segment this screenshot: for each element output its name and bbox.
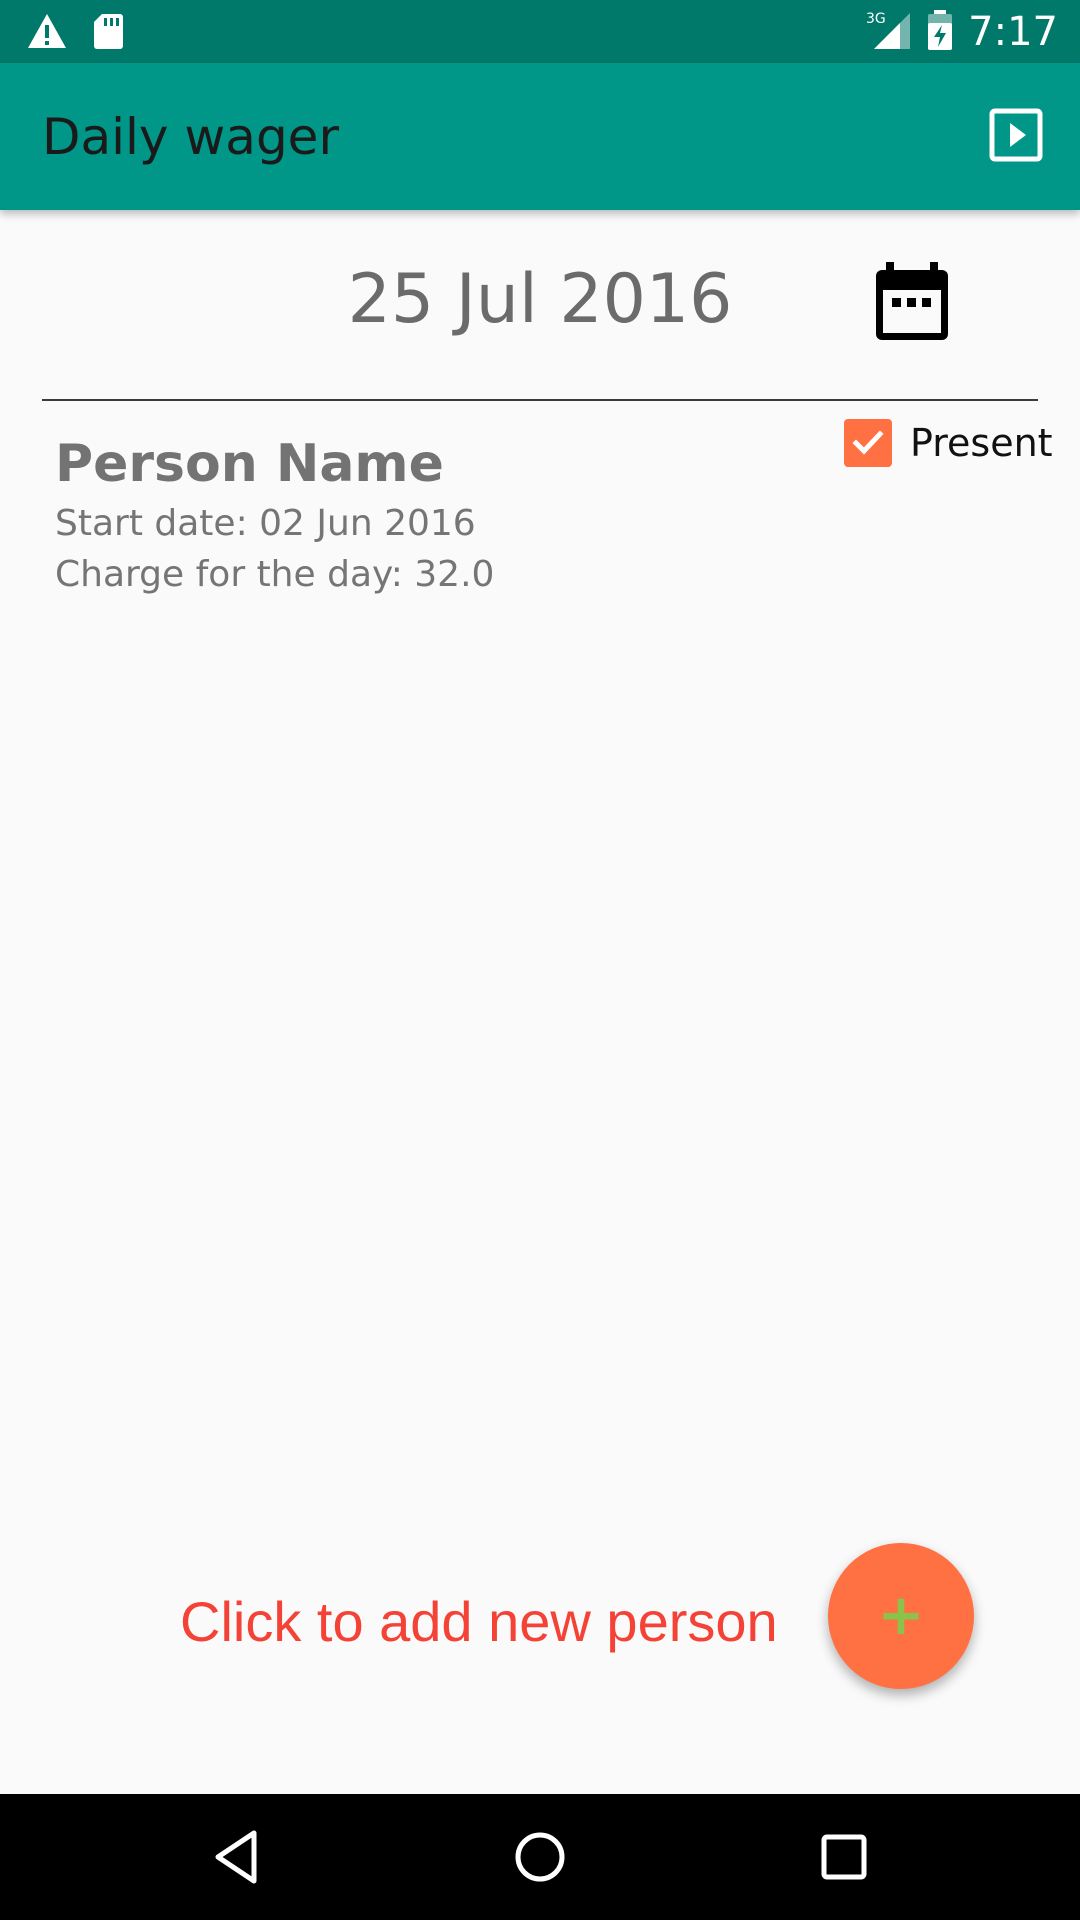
warning-icon [26, 12, 68, 54]
slideshow-button[interactable] [988, 107, 1044, 163]
navigation-bar [0, 1794, 1080, 1920]
add-icon: + [877, 1583, 925, 1648]
network-type: 3G [866, 11, 886, 27]
calendar-icon [876, 262, 948, 340]
person-charge: Charge for the day: 32.0 [55, 554, 495, 595]
person-name: Person Name [55, 434, 444, 494]
date-row: 25 Jul 2016 [0, 210, 1080, 400]
back-button[interactable] [208, 1827, 268, 1887]
home-button[interactable] [510, 1827, 570, 1887]
person-start-date: Start date: 02 Jun 2016 [55, 503, 476, 544]
signal-icon: 3G [866, 9, 912, 55]
add-person-hint: Click to add new person [180, 1590, 778, 1653]
app-title: Daily wager [42, 108, 339, 166]
add-person-button[interactable]: + [828, 1543, 974, 1689]
calendar-button[interactable] [872, 260, 952, 344]
recents-icon [821, 1834, 867, 1880]
status-bar: 3G 7:17 [0, 0, 1080, 63]
person-list-item[interactable]: Person Name Start date: 02 Jun 2016 Char… [0, 402, 1080, 612]
slideshow-icon [989, 108, 1043, 162]
home-icon [515, 1832, 565, 1882]
status-left-icons [26, 12, 124, 54]
present-checkbox[interactable]: Present [844, 418, 1053, 468]
back-icon [215, 1830, 257, 1884]
app-bar: Daily wager [0, 63, 1080, 210]
status-time: 7:17 [968, 9, 1058, 55]
status-right-icons: 3G 7:17 [866, 8, 1058, 56]
sd-card-icon [92, 12, 124, 54]
battery-icon [926, 9, 954, 55]
present-label: Present [910, 421, 1053, 465]
recents-button[interactable] [814, 1827, 874, 1887]
date-divider [42, 399, 1038, 401]
checkbox-checked-icon[interactable] [844, 419, 892, 467]
